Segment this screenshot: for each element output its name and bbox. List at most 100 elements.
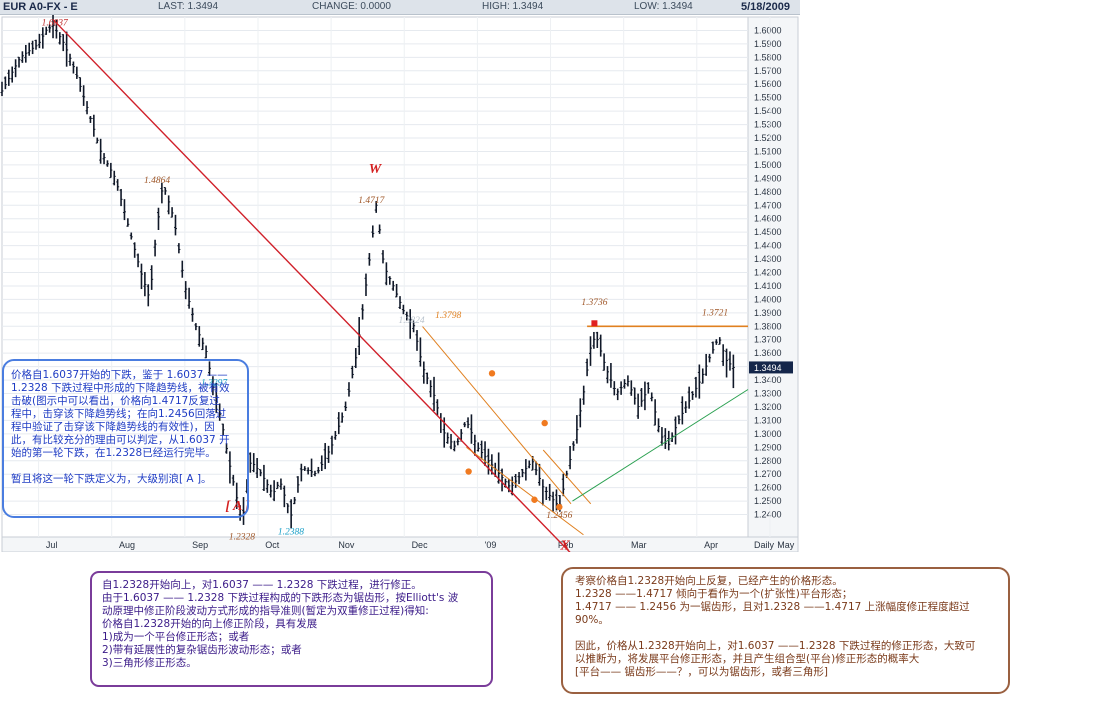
price-annotation: X	[559, 539, 570, 552]
note-line: 始的第一轮下跌，在1.2328已经运行完毕。	[11, 447, 216, 459]
y-tick-label: 1.2600	[754, 483, 782, 493]
note-line: 因此，价格从1.2328开始向上，对1.6037 ——1.2328 下跌过程的修…	[575, 640, 976, 652]
note-line: 由于1.6037 —— 1.2328 下跌过程构成的下跌形态为锯齿形，按Elli…	[102, 592, 459, 604]
price-annotation: 1.3736	[581, 298, 607, 308]
note-line	[11, 460, 241, 473]
touch-point	[488, 370, 496, 377]
price-annotation: 1.2456	[546, 511, 572, 521]
y-tick-label: 1.5600	[754, 79, 782, 89]
price-annotation: 1.3798	[435, 311, 461, 321]
note-line: [平台—— 锯齿形——？，可以为锯齿形，或者三角形]	[575, 666, 829, 678]
y-tick-label: 1.4300	[754, 254, 782, 264]
y-tick-label: 1.2900	[754, 442, 782, 452]
price-annotation: W	[369, 162, 383, 177]
note-line: 1.4717 —— 1.2456 为一锯齿形，且对1.2328 ——1.4717…	[575, 601, 970, 613]
y-tick-label: 1.3000	[754, 429, 782, 439]
symbol-label: EUR A0-FX - E	[3, 1, 78, 13]
note-line: 暂且将这一轮下跌定义为，大级别浪[ A ]。	[11, 473, 212, 485]
y-tick-label: 1.2700	[754, 469, 782, 479]
note-line: 价格自1.2328开始的向上修正阶段，具有发展	[102, 618, 318, 630]
x-tick-label: Sep	[192, 540, 208, 550]
touch-point	[541, 419, 548, 427]
note-line	[575, 627, 998, 640]
note-line: 1)成为一个平台修正形态；或者	[102, 631, 250, 643]
y-tick-label: 1.3700	[754, 335, 782, 345]
analysis-note-correction: 自1.2328开始向上，对1.6037 —— 1.2328 下跌过程，进行修正。…	[90, 571, 493, 687]
price-annotation: 1.3721	[702, 309, 728, 319]
quote-header: EUR A0-FX - E LAST: 1.3494 CHANGE: 0.000…	[0, 0, 800, 15]
price-annotation: 1.3824	[399, 316, 425, 326]
x-tick-label: May	[777, 540, 795, 550]
y-tick-label: 1.4900	[754, 173, 782, 183]
x-tick-label: Nov	[338, 540, 355, 550]
y-tick-label: 1.4500	[754, 227, 782, 237]
y-tick-label: 1.3300	[754, 389, 782, 399]
y-tick-label: 1.3600	[754, 348, 782, 358]
price-annotation: 1.4864	[144, 176, 170, 186]
y-tick-label: 1.4600	[754, 214, 782, 224]
note-line: 动原理中修正阶段波动方式形成的指导准则(暂定为双重修正过程)得知:	[102, 605, 429, 617]
note-line: 自1.2328开始向上，对1.6037 —— 1.2328 下跌过程，进行修正。	[102, 579, 422, 591]
y-tick-label: 1.4800	[754, 187, 782, 197]
x-tick-label: Apr	[704, 540, 718, 550]
y-tick-label: 1.5200	[754, 133, 782, 143]
x-tick-label: Dec	[412, 540, 429, 550]
price-annotation: 1.4717	[358, 196, 385, 206]
price-annotation: 1.2388	[278, 528, 304, 538]
note-line: 3)三角形修正形态。	[102, 657, 197, 669]
y-tick-label: 1.5400	[754, 106, 782, 116]
resistance-marker	[591, 320, 598, 327]
note-line: 以推断为，将发展平台修正形态，并且产生组合型(平台)修正形态的概率大	[575, 653, 920, 665]
last-price-label: LAST: 1.3494	[158, 1, 219, 12]
note-line: 1.2328 ——1.4717 倾向于看作为一个(扩张性)平台形态；	[575, 588, 853, 600]
last-price-tag-label: 1.3494	[754, 363, 782, 373]
y-tick-label: 1.5500	[754, 93, 782, 103]
y-tick-label: 1.5900	[754, 39, 782, 49]
y-tick-label: 1.5000	[754, 160, 782, 170]
interval-label: Daily	[754, 540, 775, 550]
note-line: 程中验证了击穿该下降趋势线的有效性)，因	[11, 421, 215, 433]
y-tick-label: 1.2800	[754, 456, 782, 466]
y-tick-label: 1.4000	[754, 294, 782, 304]
x-tick-label: Jul	[46, 540, 58, 550]
y-tick-label: 1.3400	[754, 375, 782, 385]
note-line: 考察价格自1.2328开始向上反复，已经产生的价格形态。	[575, 575, 843, 587]
analysis-note-wave-a: 价格自1.6037开始的下跌，鉴于 1.6037 —— 1.2328 下跌过程中形…	[2, 359, 249, 518]
touch-point	[465, 468, 472, 475]
x-tick-label: Oct	[265, 540, 280, 550]
x-tick-label: Aug	[119, 540, 135, 550]
note-line: 2)带有延展性的复杂锯齿形波动形态；或者	[102, 644, 302, 656]
y-tick-label: 1.3800	[754, 321, 782, 331]
y-tick-label: 1.5300	[754, 120, 782, 130]
price-annotation: 1.6037	[42, 18, 69, 28]
x-tick-label: '09	[485, 540, 497, 550]
low-label: LOW: 1.3494	[634, 1, 693, 12]
y-tick-label: 1.4700	[754, 200, 782, 210]
change-label: CHANGE: 0.0000	[312, 1, 391, 12]
high-label: HIGH: 1.3494	[482, 1, 544, 12]
price-annotation: 1.2328	[229, 532, 255, 542]
y-tick-label: 1.2400	[754, 510, 782, 520]
y-tick-label: 1.4200	[754, 267, 782, 277]
note-line: 1.2328 下跌过程中形成的下降趋势线，被有效	[11, 382, 230, 394]
y-tick-label: 1.3100	[754, 415, 782, 425]
y-tick-label: 1.4400	[754, 241, 782, 251]
note-line: 价格自1.6037开始的下跌，鉴于 1.6037 ——	[11, 369, 228, 381]
y-tick-label: 1.5700	[754, 66, 782, 76]
note-line: 击破(图示中可以看出，价格向1.4717反复过	[11, 395, 220, 407]
touch-point	[556, 503, 563, 511]
note-line: 程中，击穿该下降趋势线；在向1.2456回落过	[11, 408, 227, 420]
y-tick-label: 1.3200	[754, 402, 782, 412]
y-tick-label: 1.4100	[754, 281, 782, 291]
y-tick-label: 1.6000	[754, 25, 782, 35]
x-tick-label: Mar	[631, 540, 647, 550]
touch-point	[531, 496, 538, 503]
analysis-note-pattern: 考察价格自1.2328开始向上反复，已经产生的价格形态。 1.2328 ——1.4…	[561, 567, 1010, 694]
y-tick-label: 1.5100	[754, 146, 782, 156]
date-label: 5/18/2009	[741, 1, 790, 13]
note-line: 此，有比较充分的理由可以判定，从1.6037 开	[11, 434, 230, 446]
y-tick-label: 1.5800	[754, 52, 782, 62]
y-tick-label: 1.3900	[754, 308, 782, 318]
y-tick-label: 1.2500	[754, 496, 782, 506]
note-line: 90%。	[575, 614, 609, 626]
